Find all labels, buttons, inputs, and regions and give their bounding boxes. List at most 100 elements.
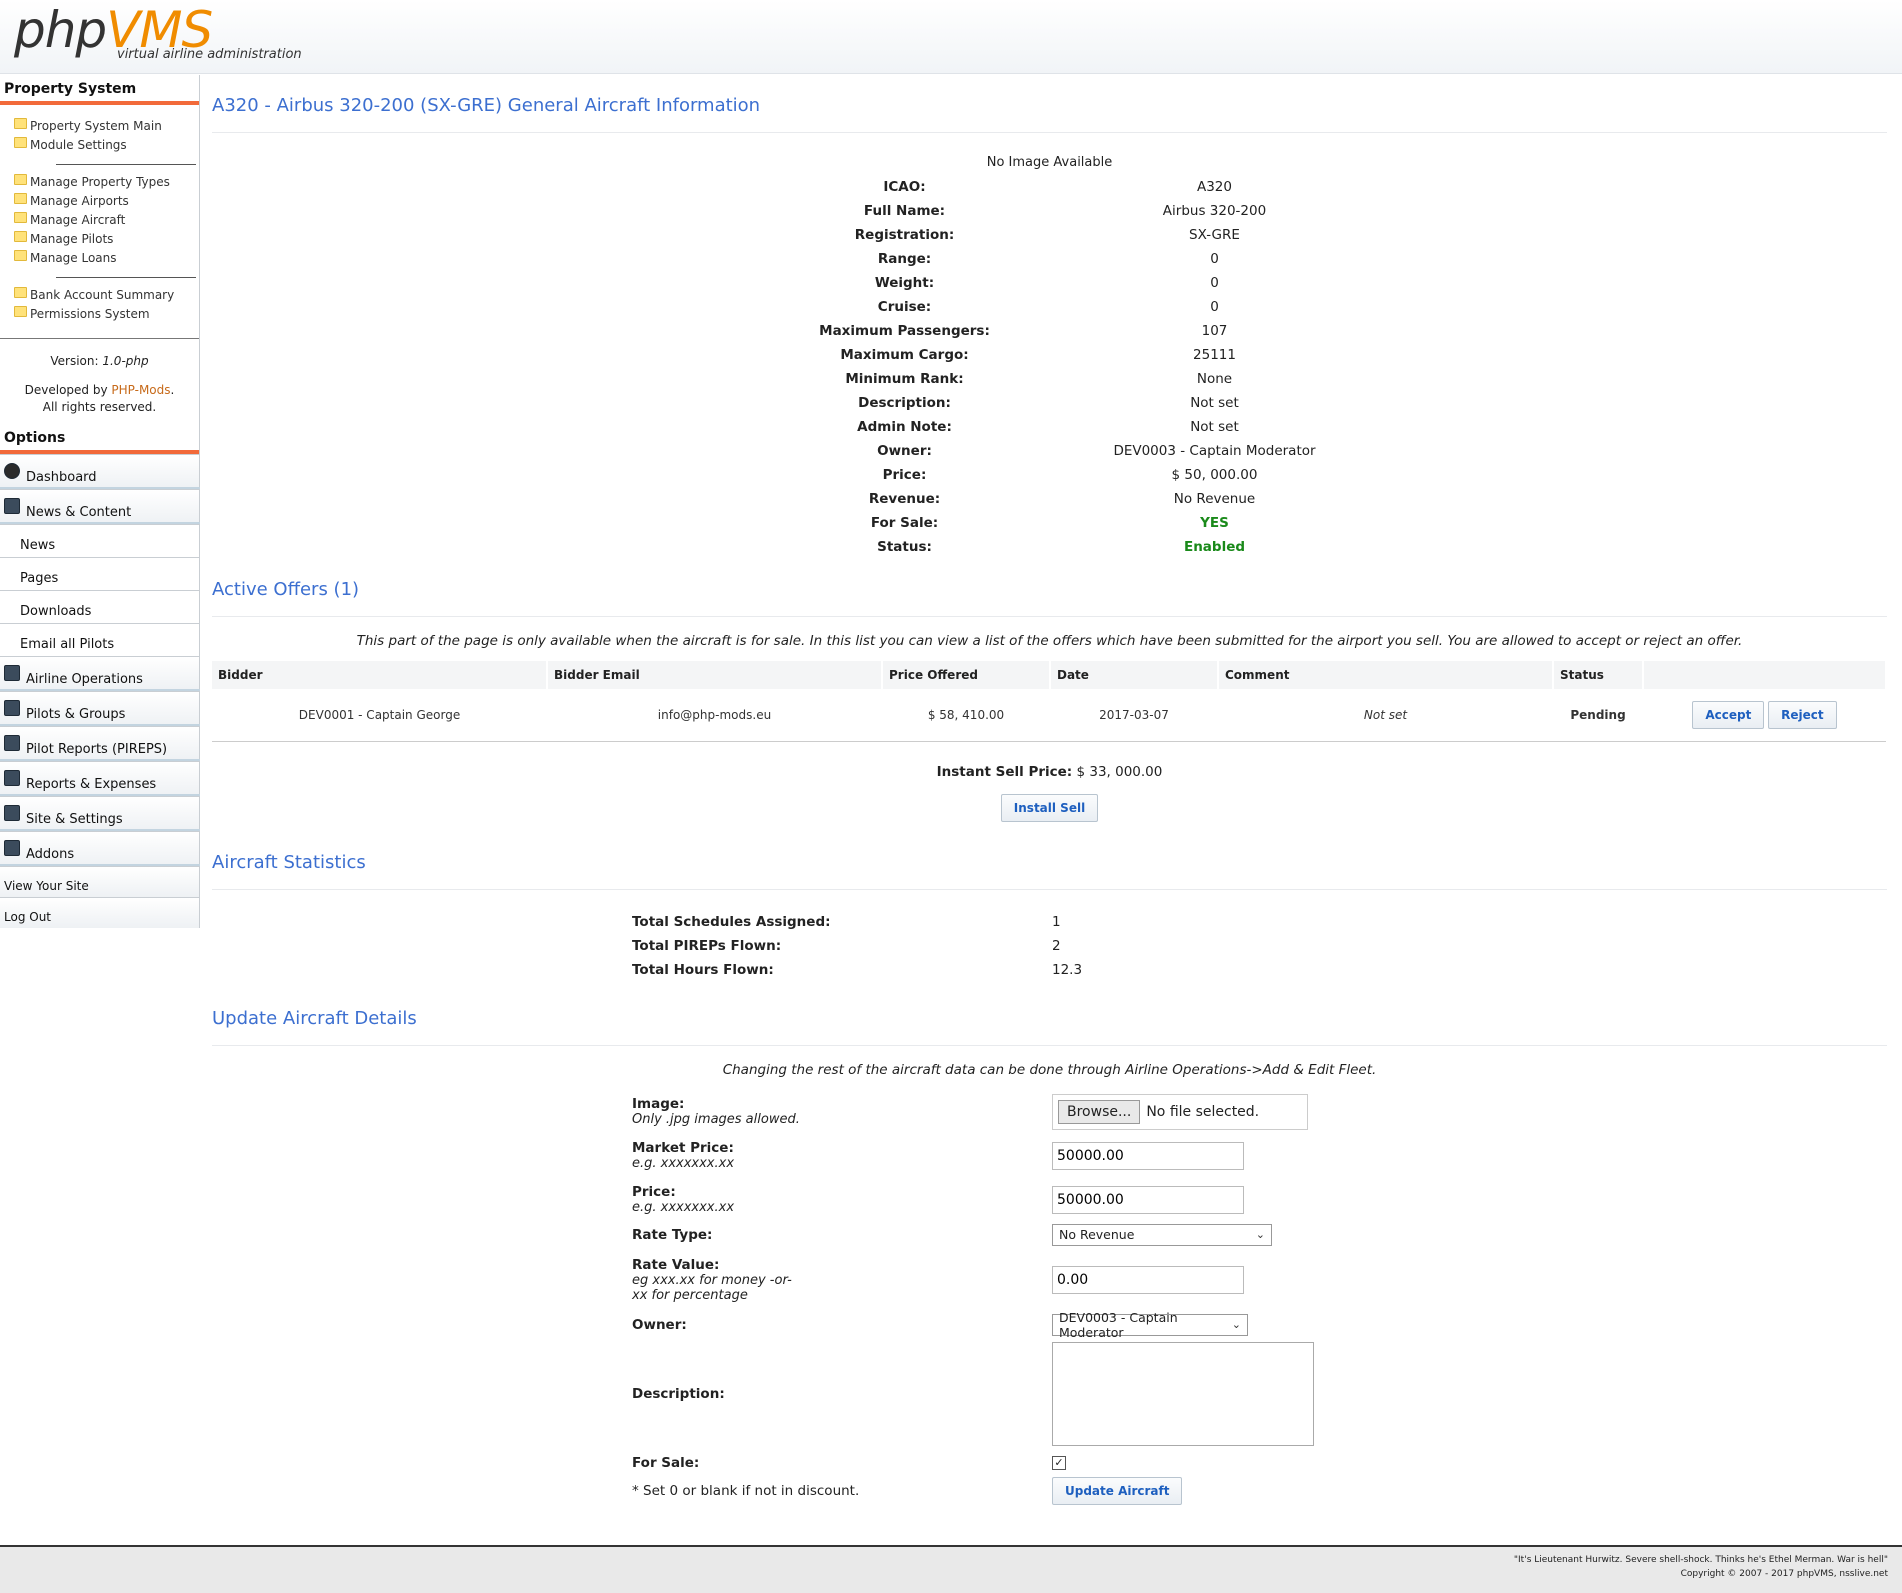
expenses-icon (4, 770, 20, 786)
description-textarea[interactable] (1052, 1341, 1314, 1446)
col-comment: Comment (1218, 661, 1554, 689)
nav-pages[interactable]: Pages (0, 557, 199, 590)
info-label: Weight: (874, 275, 935, 291)
info-row: Cruise: 0 (740, 295, 1360, 319)
info-row: Price: $ 50, 000.00 (740, 463, 1360, 487)
sidebar-item-aircraft[interactable]: Manage Aircraft (14, 211, 199, 230)
nav-news[interactable]: News (0, 524, 199, 557)
col-bidder: Bidder (212, 661, 548, 689)
info-value: 107 (1201, 323, 1228, 339)
nav-downloads[interactable]: Downloads (0, 590, 199, 623)
image-file-input[interactable]: Browse... No file selected. (1052, 1093, 1308, 1130)
main-content: A320 - Airbus 320-200 (SX-GRE) General A… (212, 75, 1887, 1506)
developer-link[interactable]: PHP-Mods (111, 383, 170, 397)
accept-button[interactable]: Accept (1692, 700, 1765, 729)
info-value: $ 50, 000.00 (1171, 467, 1258, 483)
nav-email-pilots[interactable]: Email all Pilots (0, 623, 199, 656)
nav-pilot-reports[interactable]: Pilot Reports (PIREPS) (0, 726, 200, 761)
info-value: 0 (1210, 275, 1219, 291)
folder-icon (14, 306, 27, 317)
for-sale-form-label: For Sale: (632, 1454, 700, 1471)
folder-icon (14, 174, 27, 185)
info-value: 25111 (1193, 347, 1236, 363)
info-label: Range: (877, 251, 932, 267)
info-row: Admin Note: Not set (740, 415, 1360, 439)
sidebar-item-bank-summary[interactable]: Bank Account Summary (14, 286, 199, 305)
offer-comment: Not set (1218, 689, 1553, 742)
info-row: Owner: DEV0003 - Captain Moderator (740, 439, 1360, 463)
col-price-offered: Price Offered (882, 661, 1051, 689)
price-input[interactable] (1052, 1185, 1244, 1214)
info-row: ICAO: A320 (740, 175, 1360, 199)
nav-dashboard[interactable]: Dashboard (0, 454, 200, 489)
property-menu: Property System Main Module Settings Man… (0, 105, 199, 330)
market-price-label: Market Price: (632, 1140, 734, 1156)
update-notice: Changing the rest of the aircraft data c… (722, 1061, 1377, 1078)
nav-view-site[interactable]: View Your Site (0, 866, 199, 897)
nav-reports-expenses[interactable]: Reports & Expenses (0, 761, 200, 796)
info-row: Maximum Cargo: 25111 (740, 343, 1360, 367)
discount-footnote: * Set 0 or blank if not in discount. (632, 1482, 860, 1499)
sidebar-item-pilots[interactable]: Manage Pilots (14, 230, 199, 249)
module-info: Version: 1.0-php Developed by PHP-Mods. … (0, 338, 199, 424)
settings-icon (4, 805, 20, 821)
nav-site-settings[interactable]: Site & Settings (0, 796, 200, 831)
info-label: ICAO: (883, 179, 926, 195)
folder-icon (14, 212, 27, 223)
info-row: Full Name: Airbus 320-200 (740, 199, 1360, 223)
nav-news-content[interactable]: News & Content (0, 489, 200, 524)
nav-addons[interactable]: Addons (0, 831, 200, 866)
addons-icon (4, 840, 20, 856)
folder-icon (14, 287, 27, 298)
folder-icon (14, 193, 27, 204)
chevron-down-icon: ⌄ (1231, 1318, 1241, 1331)
info-value: A320 (1196, 179, 1232, 195)
info-value: DEV0003 - Captain Moderator (1113, 443, 1316, 459)
nav-pilots-groups[interactable]: Pilots & Groups (0, 691, 200, 726)
sidebar-item-loans[interactable]: Manage Loans (14, 249, 199, 268)
property-system-title: Property System (0, 75, 199, 105)
offers-notice: This part of the page is only available … (356, 633, 1743, 649)
sidebar-item-permissions[interactable]: Permissions System (14, 305, 199, 324)
reject-button[interactable]: Reject (1768, 700, 1837, 729)
info-row: Maximum Passengers: 107 (740, 319, 1360, 343)
info-row: Registration: SX-GRE (740, 223, 1360, 247)
market-price-input[interactable] (1052, 1141, 1244, 1170)
sidebar-item-module-settings[interactable]: Module Settings (14, 136, 199, 155)
footer-quote: "It's Lieutenant Hurwitz. Severe shell-s… (1513, 1555, 1888, 1565)
rate-type-select[interactable]: No Revenue ⌄ (1052, 1223, 1272, 1246)
instant-sell-button[interactable]: Install Sell (1000, 793, 1099, 822)
info-label: Registration: (854, 227, 955, 243)
offers-table: Bidder Bidder Email Price Offered Date C… (212, 661, 1887, 742)
menu-divider (56, 277, 196, 278)
info-row: Weight: 0 (740, 271, 1360, 295)
update-aircraft-button[interactable]: Update Aircraft (1052, 1476, 1183, 1505)
price-hint: e.g. xxxxxxx.xx (632, 1200, 735, 1215)
info-label: Price: (882, 467, 927, 483)
info-row: Minimum Rank: None (740, 367, 1360, 391)
chevron-down-icon: ⌄ (1255, 1228, 1265, 1241)
col-bidder-email: Bidder Email (547, 661, 883, 689)
no-image-text: No Image Available (986, 155, 1113, 170)
info-value: SX-GRE (1189, 227, 1240, 243)
nav-airline-operations[interactable]: Airline Operations (0, 656, 200, 691)
rate-value-input[interactable] (1052, 1265, 1244, 1294)
reports-icon (4, 735, 20, 751)
table-row: DEV0001 - Captain George info@php-mods.e… (212, 689, 1886, 742)
browse-button[interactable]: Browse... (1058, 1099, 1141, 1124)
nav-log-out[interactable]: Log Out (0, 897, 199, 928)
info-label: Revenue: (868, 491, 941, 507)
owner-select[interactable]: DEV0003 - Captain Moderator ⌄ (1052, 1310, 1248, 1340)
sidebar-item-airports[interactable]: Manage Airports (14, 192, 199, 211)
info-label: Minimum Rank: (845, 371, 964, 387)
sidebar-item-property-types[interactable]: Manage Property Types (14, 173, 199, 192)
sidebar: Property System Property System Main Mod… (0, 75, 200, 928)
sidebar-item-property-main[interactable]: Property System Main (14, 117, 199, 136)
info-label: Owner: (877, 443, 932, 459)
for-sale-label: For Sale: (870, 515, 939, 531)
news-icon (4, 498, 20, 514)
instant-sell-line: Instant Sell Price: $ 33, 000.00 (936, 763, 1163, 780)
dashboard-icon (4, 463, 20, 479)
for-sale-checkbox[interactable]: ✓ (1052, 1455, 1066, 1470)
info-label: Full Name: (863, 203, 946, 219)
